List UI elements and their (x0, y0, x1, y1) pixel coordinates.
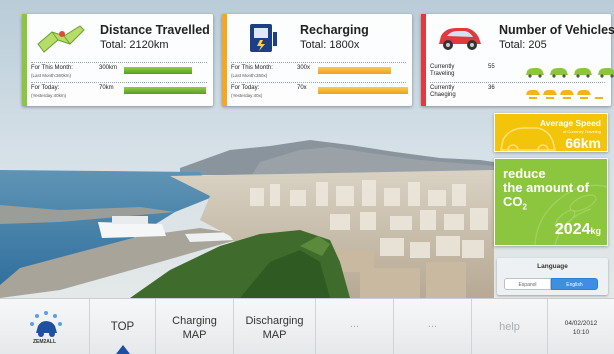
nav-charging-map[interactable]: Charging MAP (156, 299, 234, 354)
row-label: For This Month: (Last Month:350x) (231, 65, 273, 78)
avg-speed-value: 66km (565, 135, 601, 151)
row-value: 300x (297, 65, 311, 71)
panel-title: Recharging (300, 23, 369, 37)
co2-line-1: reduce (503, 166, 546, 181)
nav-help-label: help (499, 321, 520, 333)
panel-total: Total: 1800x (300, 39, 360, 51)
month-progress-bar (317, 66, 392, 75)
panel-title: Distance Travelled (100, 23, 210, 37)
co2-value: 2024kg (554, 221, 601, 238)
zem2all-logo[interactable]: ZEM2ALL (0, 299, 90, 354)
row-value: 70x (297, 85, 307, 91)
charging-row: Currently Chaeging 36 (430, 82, 605, 100)
panel-accent-stripe (22, 14, 27, 106)
nav-label-line-2: MAP (262, 329, 287, 341)
panel-accent-stripe (222, 14, 227, 106)
language-option-english[interactable]: English (551, 278, 598, 290)
month-progress-bar (123, 66, 193, 75)
sun-car-logo-icon (30, 311, 62, 337)
car-icon (433, 22, 485, 54)
number-of-vehicles-panel: Number of Vehicles Total: 205 Currently … (421, 14, 614, 106)
bottom-navigation-bar: ZEM2ALL TOP Charging MAP Discharging MAP… (0, 298, 614, 354)
avg-speed-title: Average Speed (539, 118, 601, 128)
language-title: Language (537, 263, 568, 270)
nav-ellipsis-label: ... (349, 318, 360, 330)
row-label: For Today: (Yesterday:40x) (231, 85, 263, 98)
co2-line-3: CO2 (503, 194, 527, 212)
row-label: Currently Traveling (430, 64, 455, 77)
nav-placeholder-2[interactable]: ... (394, 299, 472, 354)
panel-title: Number of Vehicles (499, 23, 614, 37)
map-icon (34, 22, 86, 54)
today-progress-bar (317, 86, 409, 95)
traveling-cars-icons (525, 65, 614, 78)
row-label: For Today: (Yesterday:40km) (31, 85, 67, 98)
row-label: For This Month: (Last Month:360km) (31, 65, 73, 78)
row-value: 55 (488, 64, 495, 70)
row-value: 70km (99, 85, 114, 91)
panel-total: Total: 205 (499, 39, 547, 51)
nav-label-line-1: Charging (172, 315, 217, 327)
current-date: 04/02/2012 (564, 320, 598, 327)
nav-label-line-1: Discharging (245, 315, 304, 327)
logo-text: ZEM2ALL (32, 339, 57, 345)
co2-line-2: the amount of (503, 180, 589, 195)
row-label: Currently Chaeging (430, 85, 456, 98)
today-row: For Today: (Yesterday:40km) 70km (31, 82, 207, 100)
current-time: 10:10 (572, 329, 590, 336)
distance-travelled-panel: Distance Travelled Total: 2120km For Thi… (22, 14, 213, 106)
nav-placeholder-1[interactable]: ... (316, 299, 394, 354)
nav-ellipsis-label: ... (427, 318, 438, 330)
traveling-row: Currently Traveling 55 (430, 62, 614, 80)
language-selector: Language Espanol English (497, 258, 608, 295)
average-speed-tile: Average Speed of Currency Traveling 66km (494, 113, 608, 152)
co2-reduction-tile: reduce the amount of CO2 2024kg (494, 158, 608, 246)
active-tab-indicator (116, 345, 130, 354)
nav-label-line-2: MAP (182, 329, 207, 341)
panel-total: Total: 2120km (100, 39, 169, 51)
month-row: For This Month: (Last Month:350x) 300x (231, 62, 406, 80)
charger-icon (234, 22, 286, 54)
nav-help[interactable]: help (472, 299, 548, 354)
today-row: For Today: (Yesterday:40x) 70x (231, 82, 409, 100)
panel-accent-stripe (421, 14, 426, 106)
charging-cars-icons (525, 86, 614, 99)
nav-top-label: TOP (110, 321, 135, 333)
row-value: 300km (99, 65, 118, 71)
month-row: For This Month: (Last Month:360km) 300km (31, 62, 207, 80)
date-time-display: 04/02/2012 10:10 (548, 299, 614, 354)
nav-discharging-map[interactable]: Discharging MAP (234, 299, 316, 354)
today-progress-bar (123, 86, 207, 95)
row-value: 36 (488, 85, 495, 91)
avg-speed-subtitle: of Currency Traveling (562, 129, 601, 134)
recharging-panel: Recharging Total: 1800x For This Month: … (222, 14, 412, 106)
language-option-espanol[interactable]: Espanol (504, 278, 551, 290)
